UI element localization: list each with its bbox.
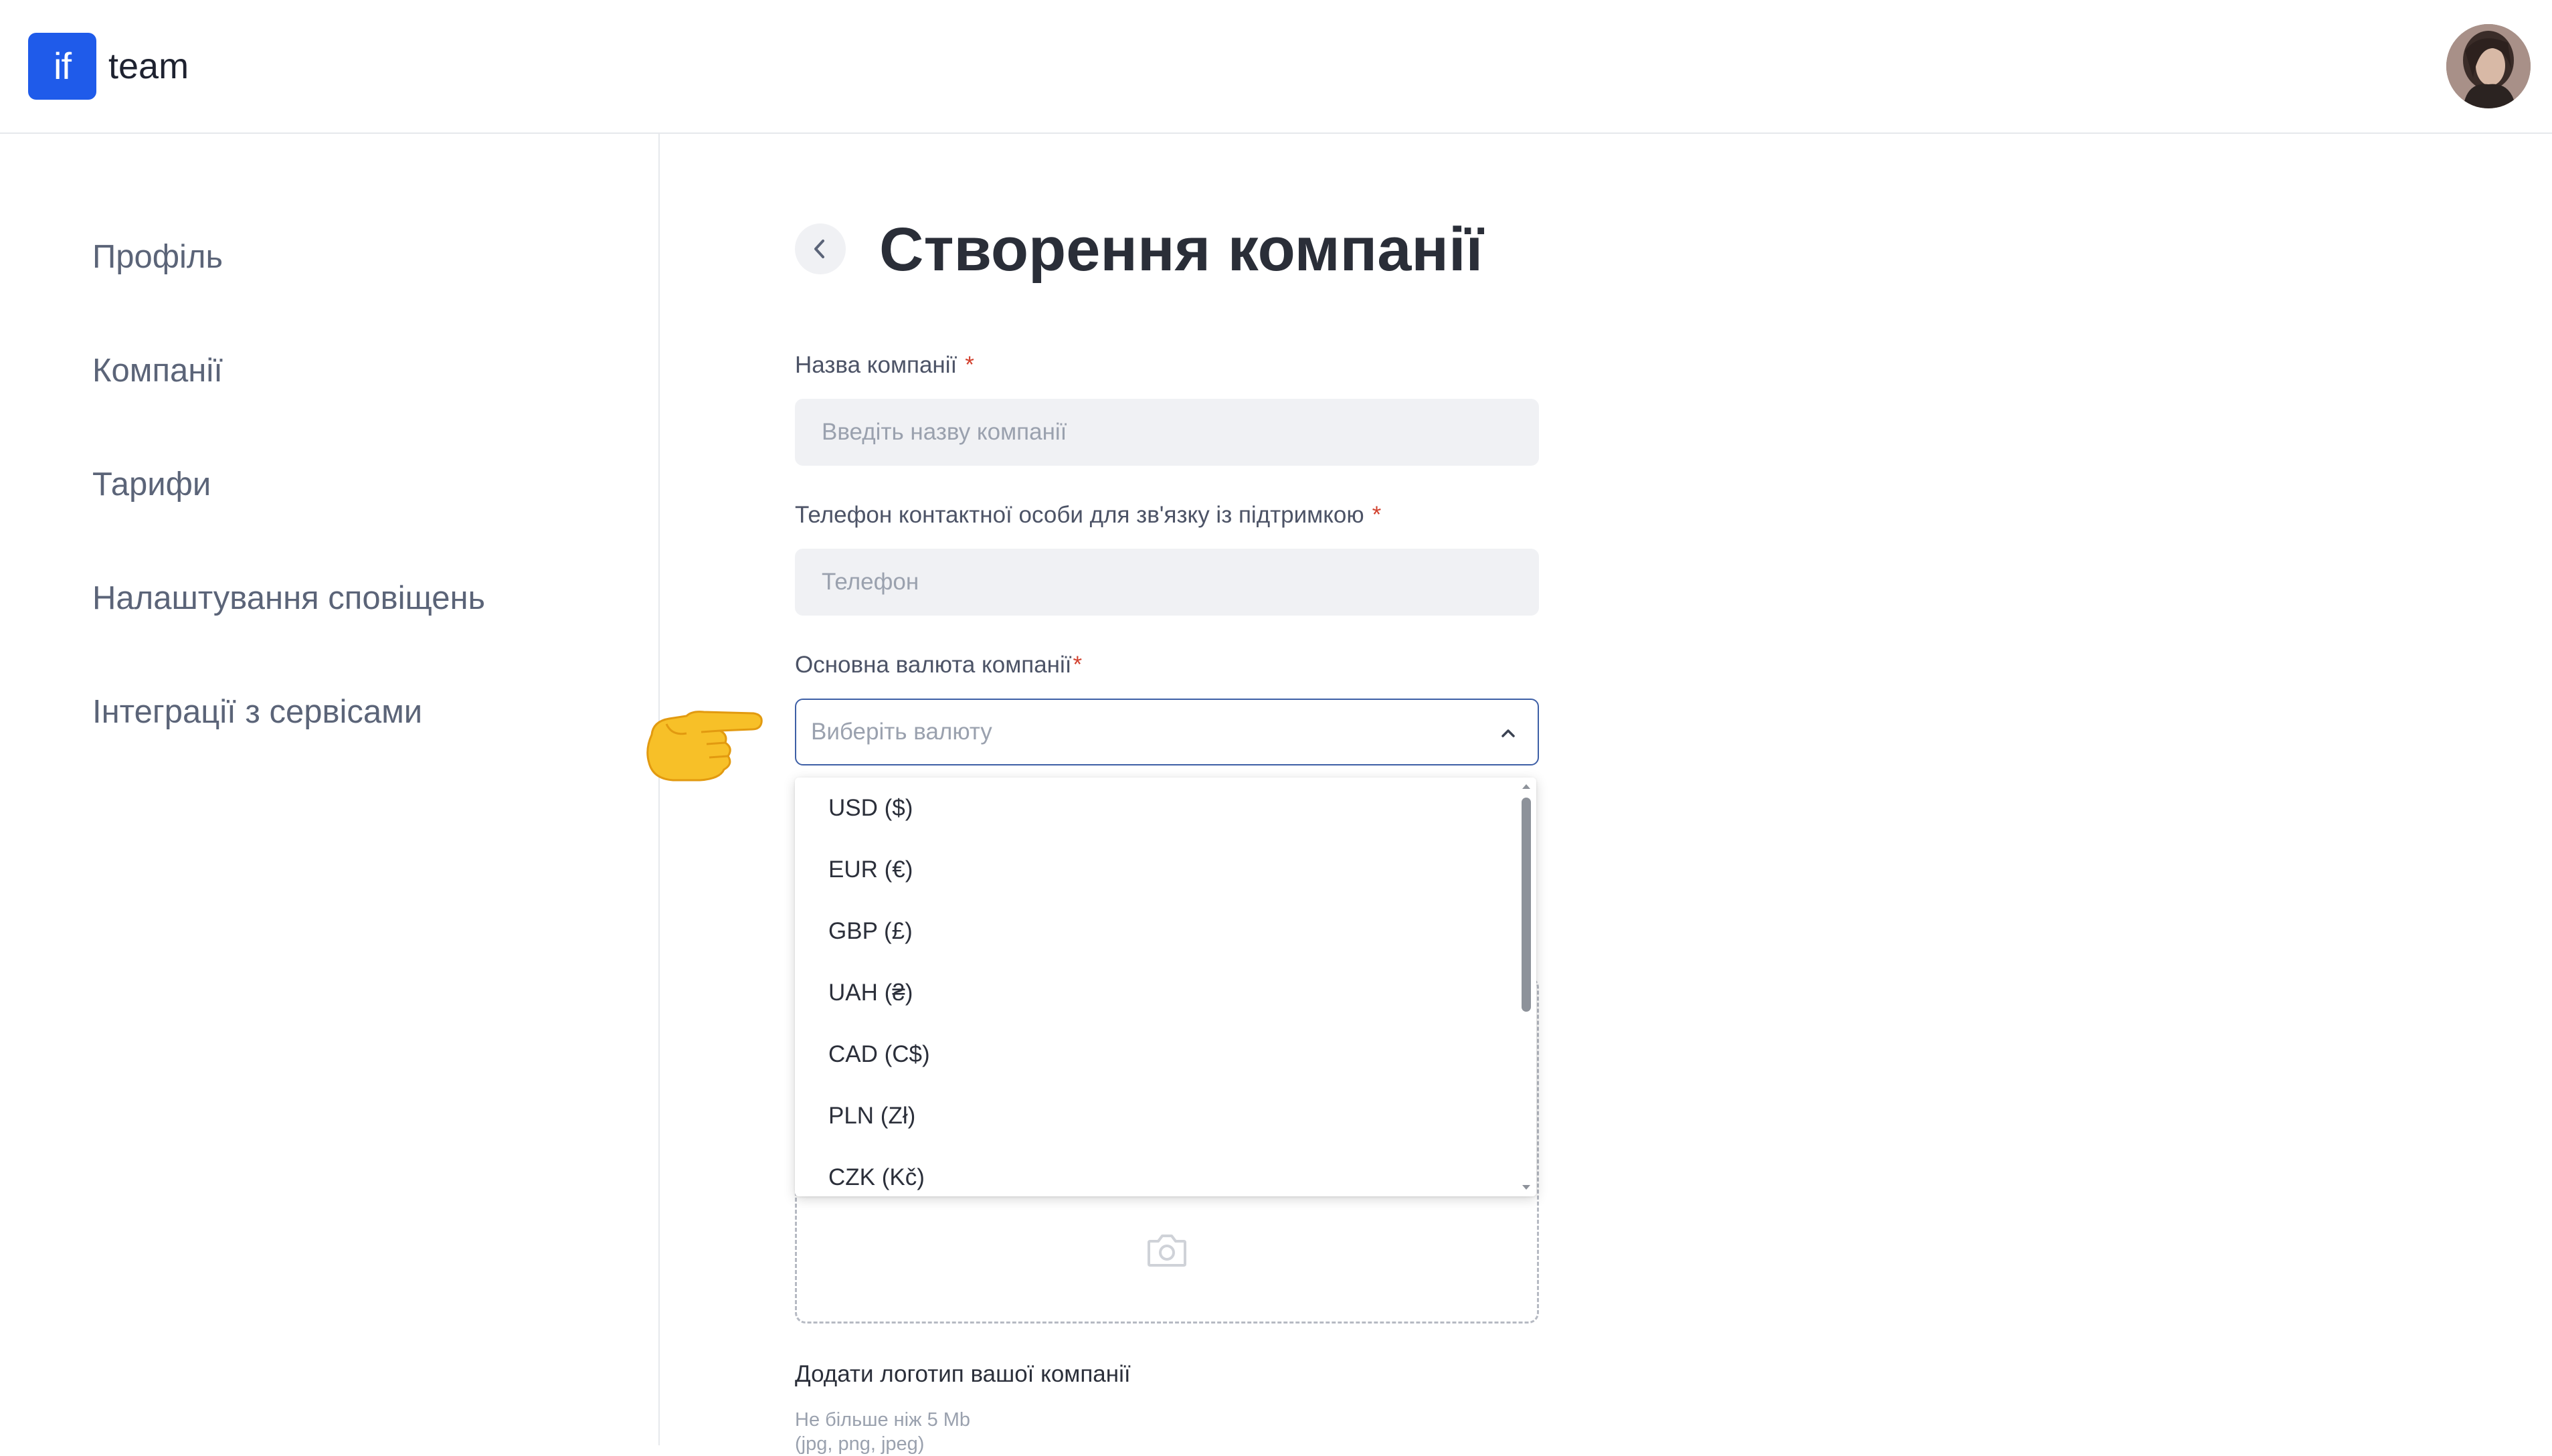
camera-icon (1148, 1235, 1186, 1267)
scroll-down-arrow-icon[interactable] (1520, 1183, 1532, 1192)
currency-select-placeholder: Виберіть валюту (811, 719, 992, 745)
currency-option-cad[interactable]: CAD (C$) (828, 1040, 930, 1069)
scrollbar-thumb[interactable] (1522, 798, 1531, 1012)
required-mark: * (1372, 502, 1382, 528)
required-mark: * (1073, 652, 1083, 678)
avatar-image (2446, 24, 2531, 108)
phone-label-text: Телефон контактної особи для зв'язку із … (795, 502, 1364, 528)
logo-format-hint: (jpg, png, jpeg) (795, 1433, 925, 1455)
sidebar-item-tariffs[interactable]: Тарифи (92, 464, 211, 505)
logo-size-hint: Не більше ніж 5 Mb (795, 1409, 971, 1431)
currency-option-usd[interactable]: USD ($) (828, 794, 913, 823)
chevron-up-icon[interactable] (1496, 721, 1520, 745)
required-mark: * (965, 352, 974, 378)
sidebar: Профіль Компанії Тарифи Налаштування спо… (0, 134, 660, 1445)
currency-option-eur[interactable]: EUR (€) (828, 855, 913, 885)
company-name-label: Назва компанії * (795, 351, 974, 380)
scrollbar[interactable] (1516, 778, 1536, 1196)
currency-option-uah[interactable]: UAH (₴) (828, 978, 913, 1008)
company-name-label-text: Назва компанії (795, 352, 958, 378)
top-bar: if team (0, 0, 2552, 134)
currency-dropdown: USD ($) EUR (€) GBP (£) UAH (₴) CAD (C$)… (795, 778, 1536, 1196)
pointing-hand-icon (646, 711, 763, 782)
sidebar-item-notification-settings[interactable]: Налаштування сповіщень (92, 578, 485, 618)
company-name-input[interactable] (795, 399, 1539, 466)
back-button[interactable] (795, 223, 846, 274)
phone-input[interactable] (795, 549, 1539, 616)
page-title: Створення компанії (879, 215, 1483, 284)
currency-option-gbp[interactable]: GBP (£) (828, 917, 913, 946)
sidebar-item-companies[interactable]: Компанії (92, 351, 223, 391)
phone-label: Телефон контактної особи для зв'язку із … (795, 500, 1381, 530)
scroll-up-arrow-icon[interactable] (1520, 782, 1532, 791)
sidebar-item-profile[interactable]: Профіль (92, 237, 223, 277)
currency-option-pln[interactable]: PLN (Zł) (828, 1101, 915, 1131)
back-arrow-icon (814, 240, 824, 258)
sidebar-item-integrations[interactable]: Інтеграції з сервісами (92, 692, 422, 732)
logo-mark[interactable]: if (28, 33, 96, 100)
currency-label-text: Основна валюта компанії (795, 652, 1072, 678)
logo-text[interactable]: team (108, 43, 189, 90)
avatar[interactable] (2446, 24, 2531, 108)
logo-upload-label: Додати логотип вашої компанії (795, 1361, 1131, 1387)
currency-option-czk[interactable]: CZK (Kč) (828, 1163, 925, 1192)
currency-select[interactable]: Виберіть валюту (795, 699, 1539, 765)
currency-label: Основна валюта компанії* (795, 650, 1082, 680)
